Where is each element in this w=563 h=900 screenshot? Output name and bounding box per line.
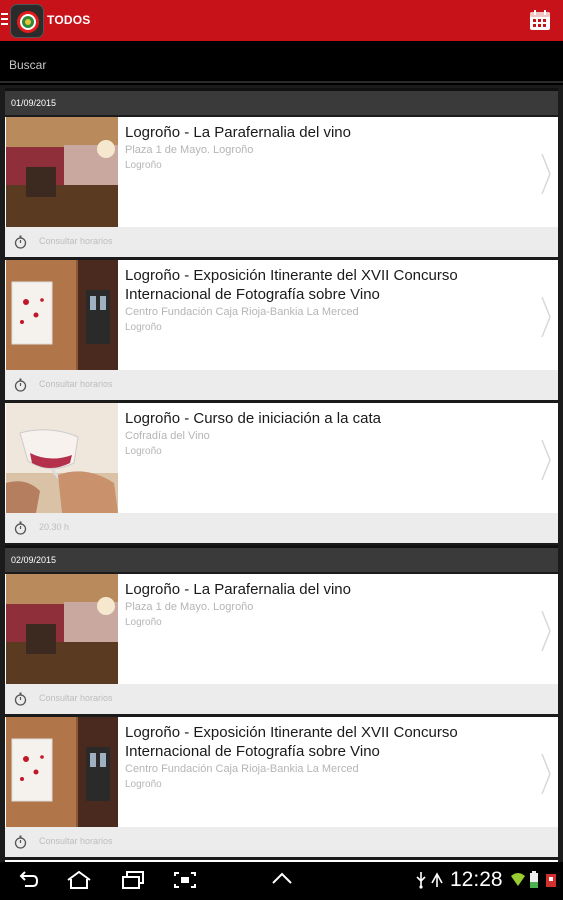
event-thumbnail: [6, 574, 118, 684]
event-card[interactable]: Logroño - Exposición Itinerante del XVII…: [5, 260, 558, 400]
sync-icon: [431, 872, 443, 887]
drawer-indicator-icon[interactable]: [1, 13, 8, 26]
stopwatch-icon: [14, 378, 27, 392]
system-nav-bar: 12:28: [0, 862, 563, 900]
event-title: Logroño - Exposición Itinerante del XVII…: [125, 724, 458, 760]
event-thumbnail: [6, 260, 118, 370]
search-field[interactable]: Buscar: [0, 41, 563, 83]
date-header: 02/09/2015: [5, 545, 558, 572]
event-schedule: 20.30 h: [39, 522, 70, 532]
usb-icon: [416, 872, 426, 889]
date-header: 01/09/2015: [5, 88, 558, 115]
back-icon[interactable]: [17, 871, 39, 889]
event-city: Logroño: [125, 160, 162, 171]
event-title: Logroño - La Parafernalia del vino: [125, 581, 351, 598]
event-footer: Consultar horarios: [5, 827, 558, 857]
chevron-right-icon: [541, 439, 551, 481]
event-card[interactable]: Logroño - La Parafernalia del vino Plaza…: [5, 117, 558, 257]
event-schedule: Consultar horarios: [39, 693, 113, 703]
event-title: Logroño - Curso de iniciación a la cata: [125, 410, 381, 427]
calendar-icon[interactable]: [529, 9, 551, 31]
event-card[interactable]: Logroño - Curso de iniciación a la cata …: [5, 403, 558, 543]
event-city: Logroño: [125, 779, 162, 790]
app-logo-icon[interactable]: [10, 4, 44, 38]
date-label: 02/09/2015: [11, 555, 57, 565]
event-schedule: Consultar horarios: [39, 836, 113, 846]
event-city: Logroño: [125, 446, 162, 457]
event-thumbnail: [6, 117, 118, 227]
event-footer: Consultar horarios: [5, 684, 558, 714]
recent-apps-icon[interactable]: [121, 871, 145, 889]
home-icon[interactable]: [66, 871, 92, 889]
event-thumbnail: [6, 403, 118, 513]
stopwatch-icon: [14, 692, 27, 706]
event-card[interactable]: Logroño - Exposición Itinerante del XVII…: [5, 717, 558, 857]
event-city: Logroño: [125, 617, 162, 628]
event-list[interactable]: 01/09/2015 Logroño - La Parafernalia del…: [0, 85, 563, 862]
event-card[interactable]: Logroño - La Parafernalia del vino Plaza…: [5, 574, 558, 714]
chevron-right-icon: [541, 296, 551, 338]
stopwatch-icon: [14, 521, 27, 535]
event-footer: Consultar horarios: [5, 227, 558, 257]
event-footer: Consultar horarios: [5, 370, 558, 400]
event-place: Plaza 1 de Mayo. Logroño: [125, 601, 254, 613]
search-placeholder: Buscar: [9, 58, 47, 72]
event-schedule: Consultar horarios: [39, 379, 113, 389]
event-place: Centro Fundación Caja Rioja-Bankia La Me…: [125, 306, 359, 318]
status-clock: 12:28: [450, 868, 503, 891]
stopwatch-icon: [14, 835, 27, 849]
chevron-right-icon: [541, 610, 551, 652]
chevron-right-icon: [541, 153, 551, 195]
stopwatch-icon: [14, 235, 27, 249]
app-title: TODOS: [47, 13, 91, 27]
wifi-icon: [511, 873, 525, 886]
event-place: Centro Fundación Caja Rioja-Bankia La Me…: [125, 763, 359, 775]
date-label: 01/09/2015: [11, 98, 57, 108]
event-thumbnail: [6, 717, 118, 827]
chevron-right-icon: [541, 753, 551, 795]
event-footer: 20.30 h: [5, 513, 558, 543]
event-place: Cofradía del Vino: [125, 430, 210, 442]
event-city: Logroño: [125, 322, 162, 333]
screenshot-icon[interactable]: [173, 871, 197, 889]
event-title: Logroño - La Parafernalia del vino: [125, 124, 351, 141]
event-title: Logroño - Exposición Itinerante del XVII…: [125, 267, 458, 303]
chevron-up-icon[interactable]: [271, 871, 293, 885]
notification-icon: [546, 874, 556, 887]
battery-icon: [530, 871, 538, 888]
event-place: Plaza 1 de Mayo. Logroño: [125, 144, 254, 156]
event-schedule: Consultar horarios: [39, 236, 113, 246]
action-bar: TODOS: [0, 0, 563, 41]
